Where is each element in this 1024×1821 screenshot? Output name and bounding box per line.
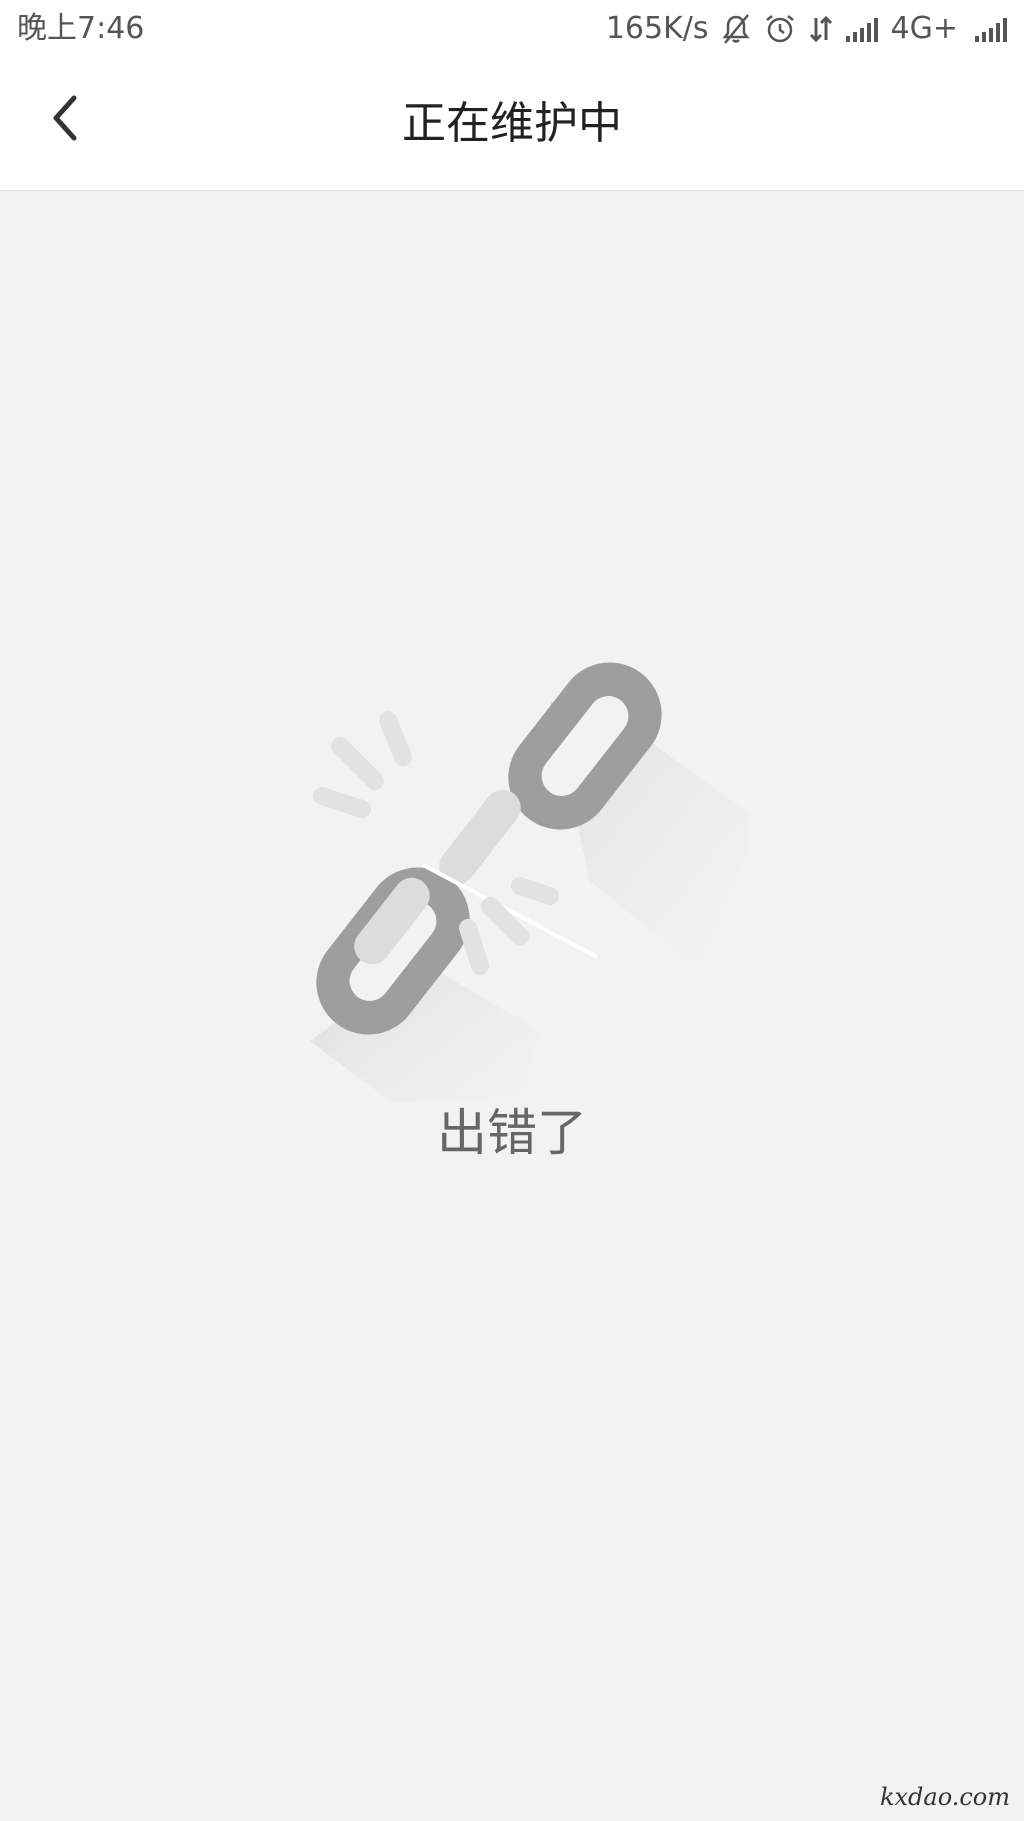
signal-icon [845,14,881,44]
signal-icon [974,14,1010,44]
bell-off-icon [719,12,753,46]
error-content: 出错了 kxdao.com [0,191,1024,1821]
error-message: 出错了 [437,1104,587,1162]
status-indicators: 165K/s 4G+ [606,8,1010,50]
status-bar: 晚上7:46 165K/s 4G+ [0,0,1024,58]
broken-link-icon [290,581,760,1141]
navigation-bar: 正在维护中 [0,58,1024,191]
data-transfer-icon [807,12,835,46]
status-time: 晚上7:46 [17,11,145,46]
network-speed: 165K/s [605,11,709,46]
page-title: 正在维护中 [402,98,622,149]
network-type: 4G+ [890,11,958,46]
watermark: kxdao.com [879,1783,1010,1811]
alarm-icon [763,12,797,46]
